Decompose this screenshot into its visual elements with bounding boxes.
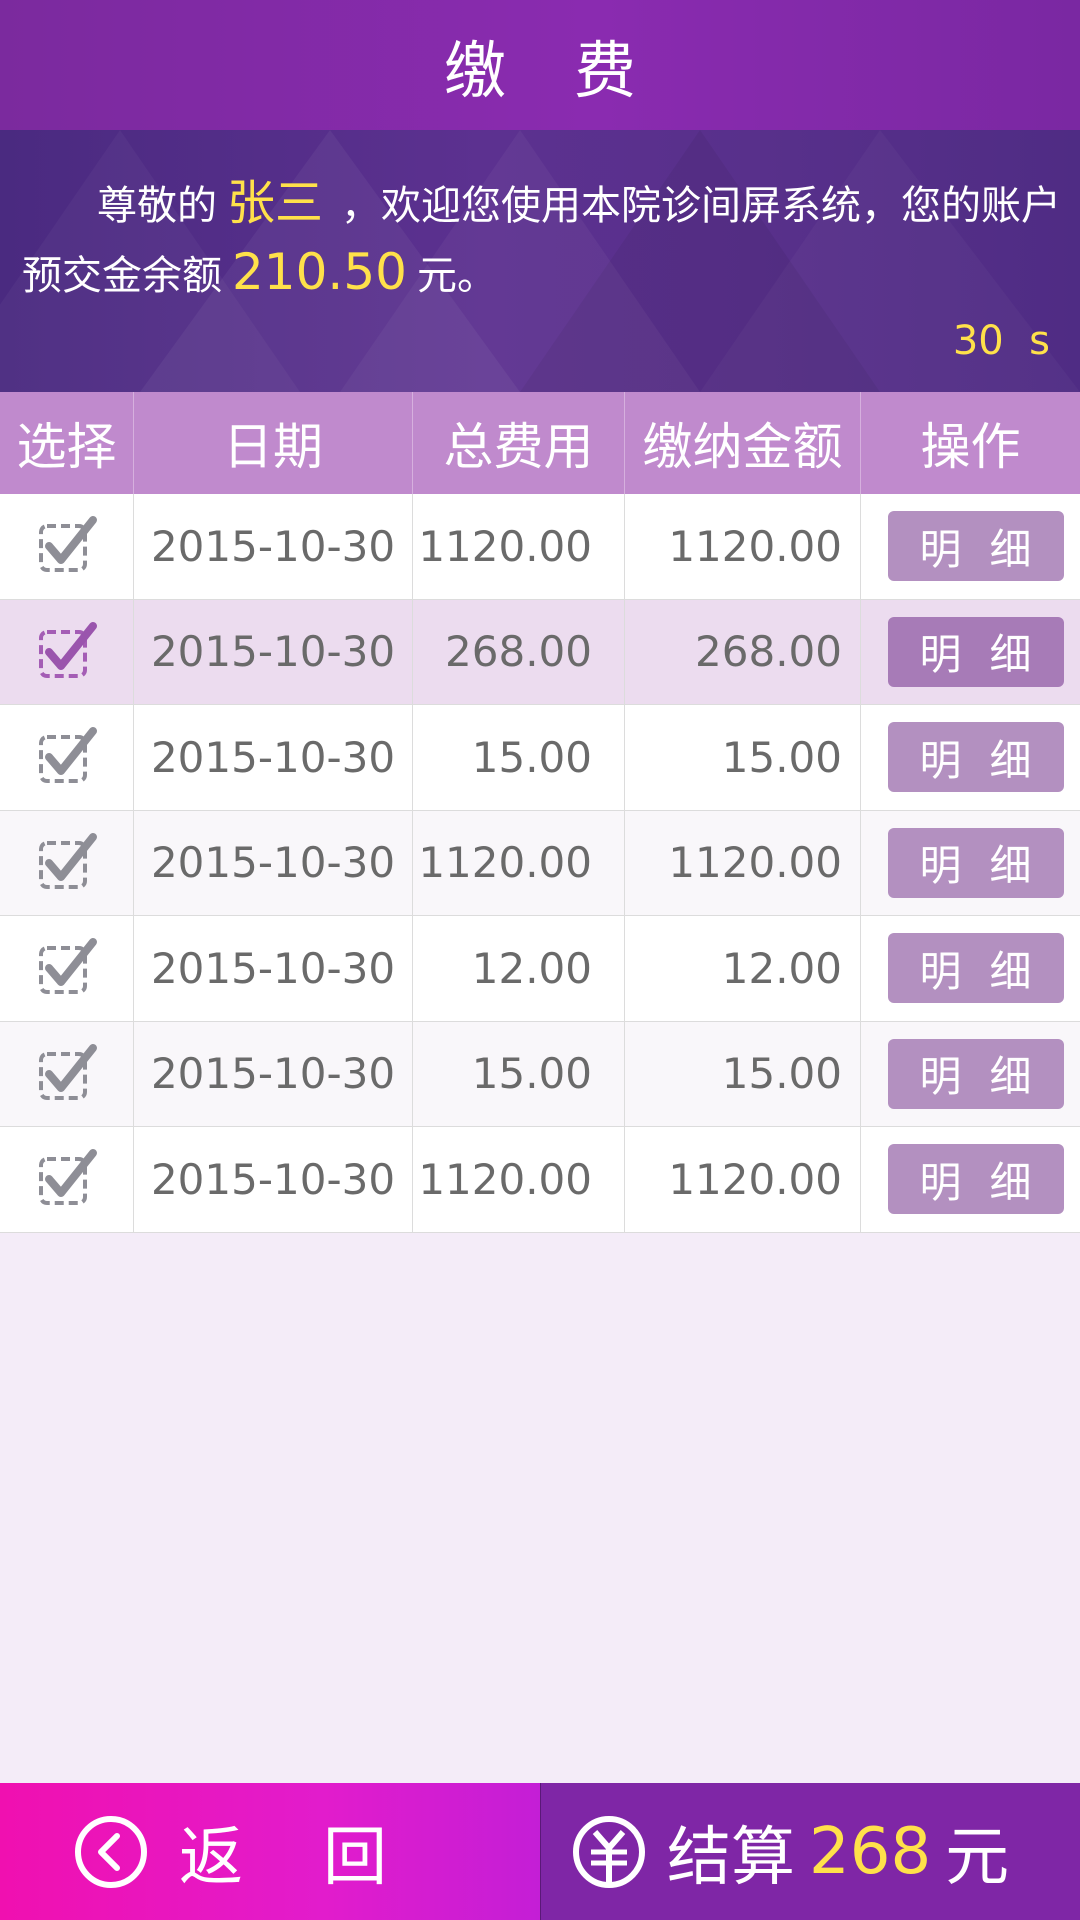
- select-cell: [0, 1021, 134, 1126]
- settle-amount: 268: [809, 1814, 932, 1889]
- settle-unit: 元: [945, 1820, 1010, 1895]
- action-cell: 明细: [861, 494, 1080, 599]
- paid-cell: 15.00: [625, 1021, 861, 1126]
- select-cell: [0, 494, 134, 599]
- detail-button[interactable]: 明细: [887, 616, 1064, 687]
- bottom-bar: 返回 结算 268 元: [0, 1783, 1080, 1920]
- total-cell: 15.00: [413, 705, 625, 810]
- checkbox-checked-icon[interactable]: [35, 831, 99, 895]
- select-cell: [0, 705, 134, 810]
- welcome-message: 尊敬的 张三 ，欢迎您使用本院诊间屏系统，您的账户预交金余额 210.50 元。: [22, 170, 1062, 309]
- detail-button[interactable]: 明细: [887, 722, 1064, 793]
- paid-cell: 1120.00: [625, 494, 861, 599]
- total-cell: 12.00: [413, 916, 625, 1021]
- yuan-circle-icon: [573, 1815, 645, 1888]
- paid-cell: 1120.00: [625, 1127, 861, 1232]
- detail-button[interactable]: 明细: [887, 1144, 1064, 1215]
- checkbox-checked-icon[interactable]: [35, 725, 99, 789]
- total-cell: 15.00: [413, 1021, 625, 1126]
- date-cell: 2015-10-30: [134, 810, 413, 915]
- checkbox-checked-icon[interactable]: [35, 1042, 99, 1106]
- total-cell: 1120.00: [413, 494, 625, 599]
- action-cell: 明细: [861, 1022, 1080, 1127]
- table-row: 2015-10-30 1120.00 1120.00 明细: [0, 1127, 1080, 1233]
- select-cell: [0, 810, 134, 915]
- checkbox-checked-icon[interactable]: [35, 620, 99, 684]
- settle-label: 结算: [667, 1820, 795, 1895]
- column-header-paid: 缴纳金额: [625, 392, 861, 494]
- date-cell: 2015-10-30: [134, 1127, 413, 1232]
- date-cell: 2015-10-30: [134, 1021, 413, 1126]
- chevron-left-circle-icon: [75, 1815, 147, 1888]
- page-title: 缴费: [443, 34, 704, 107]
- checkbox-checked-icon[interactable]: [35, 936, 99, 1000]
- action-cell: 明细: [861, 811, 1080, 916]
- action-cell: 明细: [861, 600, 1080, 705]
- column-header-date: 日期: [134, 392, 413, 494]
- column-header-action: 操作: [920, 418, 1021, 476]
- back-label: 返回: [179, 1820, 467, 1895]
- detail-button[interactable]: 明细: [887, 511, 1064, 582]
- select-cell: [0, 599, 134, 704]
- checkbox-checked-icon[interactable]: [35, 1147, 99, 1211]
- table-row: 2015-10-30 1120.00 1120.00 明细: [0, 810, 1080, 916]
- title-bar: 缴费: [0, 0, 1080, 130]
- select-cell: [0, 916, 134, 1021]
- table-row: 2015-10-30 268.00 268.00 明细: [0, 599, 1080, 705]
- greeting-prefix: 尊敬的: [97, 183, 217, 229]
- settle-button[interactable]: 结算 268 元: [540, 1783, 1080, 1920]
- date-cell: 2015-10-30: [134, 494, 413, 599]
- countdown-timer: 30 s: [952, 318, 1050, 364]
- total-cell: 1120.00: [413, 810, 625, 915]
- total-cell: 268.00: [413, 599, 625, 704]
- total-cell: 1120.00: [413, 1127, 625, 1232]
- patient-name: 张三: [227, 175, 324, 231]
- paid-cell: 12.00: [625, 916, 861, 1021]
- column-header-select: 选择: [0, 392, 134, 494]
- date-cell: 2015-10-30: [134, 916, 413, 1021]
- date-cell: 2015-10-30: [134, 599, 413, 704]
- table-header: 选择 日期 总费用 缴纳金额 操作: [0, 392, 1080, 494]
- select-cell: [0, 1127, 134, 1232]
- balance-amount: 210.50: [232, 243, 407, 301]
- message-suffix: 元。: [416, 253, 497, 299]
- paid-cell: 15.00: [625, 705, 861, 810]
- action-cell: 明细: [861, 916, 1080, 1021]
- checkbox-checked-icon[interactable]: [35, 514, 99, 578]
- table-row: 2015-10-30 15.00 15.00 明细: [0, 705, 1080, 811]
- action-cell: 明细: [861, 1127, 1080, 1232]
- paid-cell: 268.00: [625, 599, 861, 704]
- paid-cell: 1120.00: [625, 810, 861, 915]
- detail-button[interactable]: 明细: [887, 933, 1064, 1004]
- fee-table: 选择 日期 总费用 缴纳金额 操作 2015-10-30 1120.00 1120.…: [0, 392, 1080, 1233]
- column-header-total: 总费用: [413, 392, 625, 494]
- date-cell: 2015-10-30: [134, 705, 413, 810]
- detail-button[interactable]: 明细: [887, 827, 1064, 898]
- payment-screen: 缴费 尊敬的 张三 ，欢迎您使用本院诊间屏系统，您的账户预交金余额 210.50 元。 …: [0, 0, 1080, 1920]
- table-row: 2015-10-30 12.00 12.00 明细: [0, 916, 1080, 1022]
- back-button[interactable]: 返回: [0, 1783, 540, 1920]
- table-row: 2015-10-30 15.00 15.00 明细: [0, 1021, 1080, 1127]
- table-row: 2015-10-30 1120.00 1120.00 明细: [0, 494, 1080, 600]
- action-cell: 明细: [861, 705, 1080, 810]
- welcome-banner: 尊敬的 张三 ，欢迎您使用本院诊间屏系统，您的账户预交金余额 210.50 元。 30 …: [0, 130, 1080, 392]
- detail-button[interactable]: 明细: [887, 1038, 1064, 1109]
